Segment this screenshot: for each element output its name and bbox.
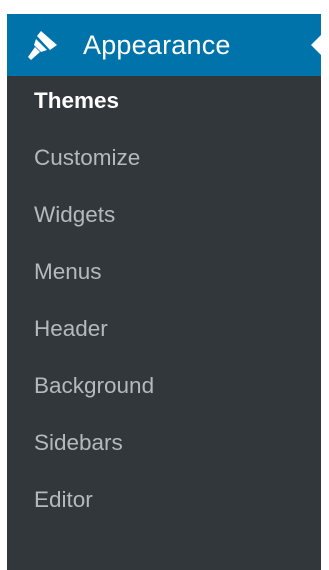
submenu-link-editor[interactable]: Editor [34,480,93,520]
submenu-link-header[interactable]: Header [34,309,108,349]
submenu-item-menus: Menus [7,252,321,292]
appearance-menu: Appearance Themes Customize Widgets Menu… [7,14,321,570]
submenu-item-background: Background [7,366,321,406]
submenu-link-background[interactable]: Background [34,366,154,406]
submenu-item-themes: Themes [7,81,321,121]
submenu-item-header: Header [7,309,321,349]
submenu-item-customize: Customize [7,138,321,178]
submenu-item-widgets: Widgets [7,195,321,235]
submenu-link-menus[interactable]: Menus [34,252,102,292]
submenu-link-widgets[interactable]: Widgets [34,195,115,235]
appearance-menu-header[interactable]: Appearance [7,14,321,76]
submenu-item-editor: Editor [7,480,321,520]
submenu-link-sidebars[interactable]: Sidebars [34,423,123,463]
submenu-link-customize[interactable]: Customize [34,138,140,178]
paintbrush-icon [28,31,57,60]
submenu-item-sidebars: Sidebars [7,423,321,463]
submenu-link-themes[interactable]: Themes [34,81,119,121]
current-menu-arrow-icon [311,35,321,55]
appearance-menu-title: Appearance [83,30,231,60]
admin-sidebar-crop: Appearance Themes Customize Widgets Menu… [0,0,329,570]
